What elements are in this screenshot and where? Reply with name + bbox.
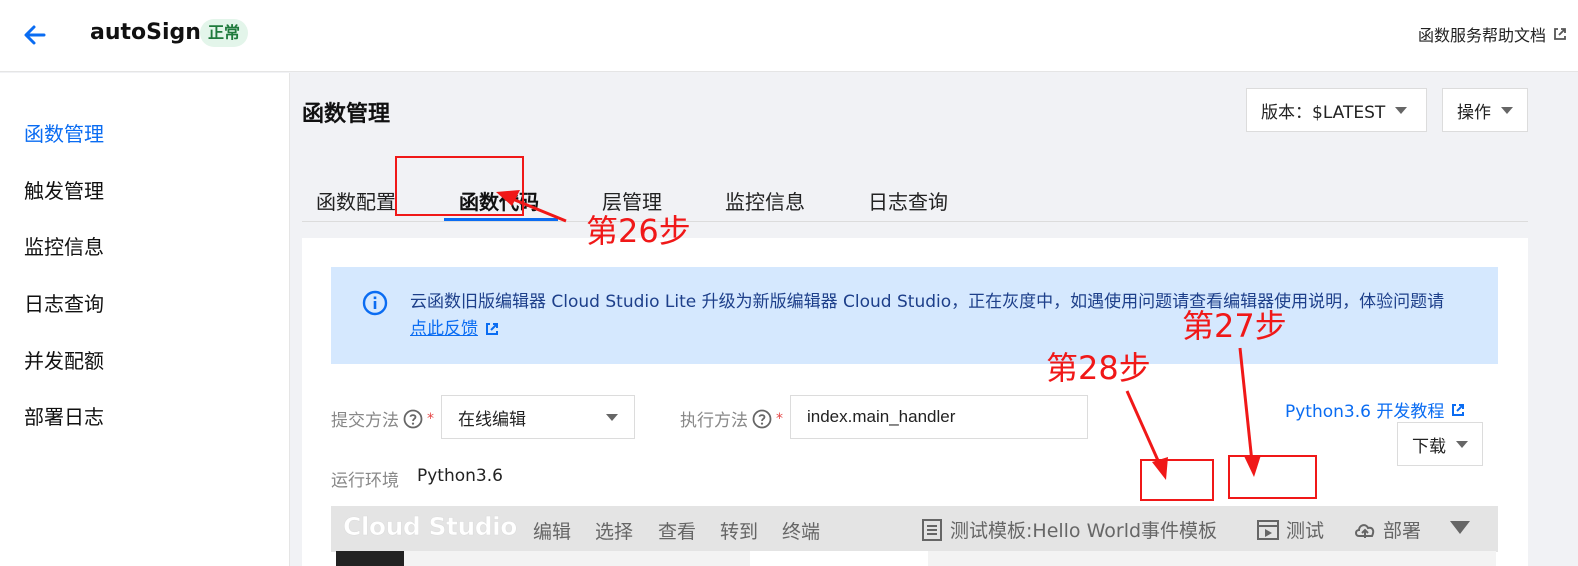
annotation-box-step26 (395, 156, 524, 216)
submit-method-label: 提交方法 (331, 411, 399, 431)
required-mark: * (427, 410, 434, 427)
studio-menu-goto[interactable]: 转到 (720, 517, 758, 544)
feedback-link[interactable]: 点此反馈 (410, 319, 478, 339)
test-label: 测试 (1286, 520, 1325, 542)
chevron-down-icon (1456, 440, 1468, 448)
sidebar-item-concurrency-quota[interactable]: 并发配额 (24, 345, 104, 374)
help-circle-icon[interactable] (403, 409, 423, 429)
submit-method-value: 在线编辑 (458, 409, 526, 430)
studio-menu-select[interactable]: 选择 (595, 517, 633, 544)
test-button[interactable]: 测试 (1256, 516, 1324, 543)
cloud-upload-icon (1355, 523, 1375, 538)
exec-method-field-label: 执行方法 * (680, 406, 783, 431)
external-link-icon (486, 323, 498, 335)
exec-method-label: 执行方法 (680, 411, 748, 431)
exec-method-input[interactable]: index.main_handler (790, 395, 1088, 439)
tab-log-query[interactable]: 日志查询 (868, 186, 948, 215)
version-label: 版本：$LATEST (1261, 102, 1386, 123)
chevron-down-icon (606, 413, 618, 421)
studio-menu-view[interactable]: 查看 (658, 517, 696, 544)
external-link-icon (1452, 403, 1465, 416)
cloud-studio-logo: Cloud Studio (343, 512, 518, 542)
chevron-down-icon (1395, 106, 1408, 114)
status-badge: 正常 (200, 19, 249, 47)
download-label: 下载 (1412, 436, 1446, 457)
actions-dropdown[interactable]: 操作 (1442, 88, 1528, 132)
help-doc-link[interactable]: 函数服务帮助文档 (1418, 22, 1568, 46)
page-title: 函数管理 (302, 102, 391, 127)
python-tutorial-label: Python3.6 开发教程 (1285, 402, 1445, 422)
editor-activity-bar (336, 551, 404, 566)
back-arrow-icon[interactable] (20, 20, 50, 50)
download-dropdown[interactable]: 下载 (1397, 422, 1483, 466)
annotation-step27: 第27步 (1182, 307, 1287, 345)
top-bar: autoSign 正常 函数服务帮助文档 (0, 0, 1578, 72)
annotation-step28: 第28步 (1046, 349, 1151, 387)
studio-menu-terminal[interactable]: 终端 (782, 517, 820, 544)
sidebar-item-deploy-log[interactable]: 部署日志 (24, 401, 104, 430)
sidebar-item-log-query[interactable]: 日志查询 (24, 288, 104, 317)
runtime-label: 运行环境 (331, 471, 399, 491)
tab-function-config[interactable]: 函数配置 (316, 186, 396, 215)
tab-monitoring[interactable]: 监控信息 (725, 186, 805, 215)
notice-text: 云函数旧版编辑器 Cloud Studio Lite 升级为新版编辑器 Clou… (410, 289, 1460, 343)
more-dropdown-icon[interactable] (1450, 521, 1470, 534)
sidebar-item-function-management[interactable]: 函数管理 (24, 118, 104, 147)
sidebar-item-monitoring[interactable]: 监控信息 (24, 231, 104, 260)
chevron-down-icon (1501, 106, 1513, 114)
editor-explorer-strip (404, 551, 750, 566)
studio-menu-edit[interactable]: 编辑 (533, 517, 571, 544)
notice-message: 云函数旧版编辑器 Cloud Studio Lite 升级为新版编辑器 Clou… (410, 292, 1445, 312)
annotation-step26: 第26步 (586, 212, 691, 250)
app-name: autoSign (90, 20, 201, 45)
deploy-button[interactable]: 部署 (1353, 516, 1421, 543)
test-play-icon (1257, 519, 1279, 540)
submit-method-select[interactable]: 在线编辑 (441, 395, 635, 439)
help-circle-icon[interactable] (752, 409, 772, 429)
deploy-label: 部署 (1383, 520, 1422, 542)
editor-area-strip (928, 551, 1496, 566)
tabs-divider (302, 221, 1528, 222)
submit-method-field-label: 提交方法 * (331, 406, 434, 431)
info-icon (362, 290, 388, 316)
help-doc-label: 函数服务帮助文档 (1417, 26, 1546, 45)
actions-label: 操作 (1457, 102, 1491, 123)
external-link-icon (1554, 28, 1566, 40)
test-template-selector[interactable]: 测试模板:Hello World事件模板 (920, 516, 1217, 543)
editor-tab-strip (750, 551, 928, 566)
sidebar-item-trigger-management[interactable]: 触发管理 (24, 175, 104, 204)
annotation-box-step27 (1228, 455, 1317, 499)
annotation-box-step28 (1140, 459, 1214, 501)
python-tutorial-link[interactable]: Python3.6 开发教程 (1285, 397, 1466, 422)
runtime-value: Python3.6 (417, 466, 503, 486)
active-tab-indicator (444, 218, 558, 221)
document-list-icon (922, 518, 942, 541)
required-mark: * (776, 410, 783, 427)
test-template-label: 测试模板:Hello World事件模板 (950, 520, 1218, 542)
version-dropdown[interactable]: 版本：$LATEST (1246, 88, 1427, 132)
